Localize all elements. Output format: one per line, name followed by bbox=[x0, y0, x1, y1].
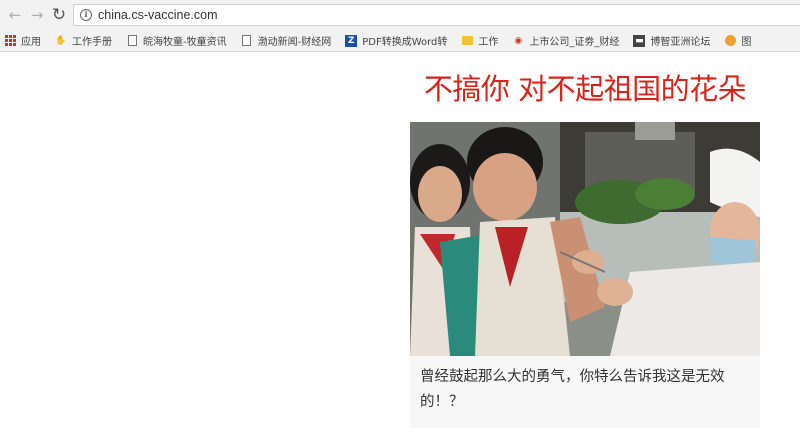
address-bar[interactable]: i china.cs-vaccine.com bbox=[73, 4, 800, 26]
weibo-icon: ◉ bbox=[514, 35, 523, 46]
bookmark-label: 图 bbox=[741, 37, 752, 48]
bookmark-label: 皖海牧童-牧童资讯 bbox=[143, 37, 227, 48]
bookmark-news-2[interactable]: 渤动新闻-财经网 bbox=[241, 33, 332, 48]
article-headline: 不搞你 对不起祖国的花朵 bbox=[423, 72, 747, 106]
bookmark-news-1[interactable]: 皖海牧童-牧童资讯 bbox=[126, 33, 227, 48]
bookmark-work-manual[interactable]: ✋ 工作手册 bbox=[55, 33, 112, 49]
reload-icon[interactable]: ↻ bbox=[48, 4, 70, 26]
forward-arrow-icon[interactable]: → bbox=[26, 4, 48, 26]
bookmark-forum[interactable]: ▬ 博智亚洲论坛 bbox=[633, 33, 710, 48]
back-arrow-icon[interactable]: ← bbox=[4, 4, 26, 26]
bookmark-label: PDF转换成Word转 bbox=[362, 37, 448, 48]
z-icon: Z bbox=[345, 34, 358, 47]
bookmark-listed-companies[interactable]: ◉ 上市公司_证劵_财经 bbox=[512, 33, 620, 49]
bookmark-last[interactable]: 图 bbox=[724, 33, 751, 48]
bookmark-work-folder[interactable]: 工作 bbox=[461, 33, 498, 48]
bookmarks-bar: 应用 ✋ 工作手册 皖海牧童-牧童资讯 渤动新闻-财经网 Z PDF转换成Wor… bbox=[0, 30, 800, 52]
browser-toolbar: ← → ↻ i china.cs-vaccine.com bbox=[0, 0, 800, 30]
info-icon[interactable]: i bbox=[80, 9, 92, 21]
folder-icon bbox=[461, 35, 473, 47]
bookmark-label: 工作 bbox=[478, 37, 499, 48]
vaccination-photo bbox=[410, 122, 760, 356]
bookmark-label: 博智亚洲论坛 bbox=[650, 37, 711, 48]
article-caption: 曾经鼓起那么大的勇气，你特么告诉我这是无效的！？ bbox=[420, 369, 725, 410]
article-card: 曾经鼓起那么大的勇气，你特么告诉我这是无效的！？ bbox=[410, 122, 760, 428]
note-icon: ▬ bbox=[633, 34, 646, 47]
page-icon bbox=[126, 35, 138, 47]
bookmark-pdf-converter[interactable]: Z PDF转换成Word转 bbox=[345, 33, 447, 48]
page-icon bbox=[241, 35, 253, 47]
apps-grid-icon bbox=[4, 35, 16, 47]
orange-circle-icon bbox=[724, 35, 736, 47]
grab-icon: ✋ bbox=[55, 35, 67, 46]
bookmark-label: 应用 bbox=[21, 37, 41, 48]
bookmark-apps[interactable]: 应用 bbox=[4, 33, 41, 48]
bookmark-label: 渤动新闻-财经网 bbox=[257, 37, 332, 48]
bookmark-label: 工作手册 bbox=[72, 37, 112, 48]
url-text[interactable]: china.cs-vaccine.com bbox=[98, 8, 218, 22]
bookmark-label: 上市公司_证劵_财经 bbox=[529, 37, 620, 48]
